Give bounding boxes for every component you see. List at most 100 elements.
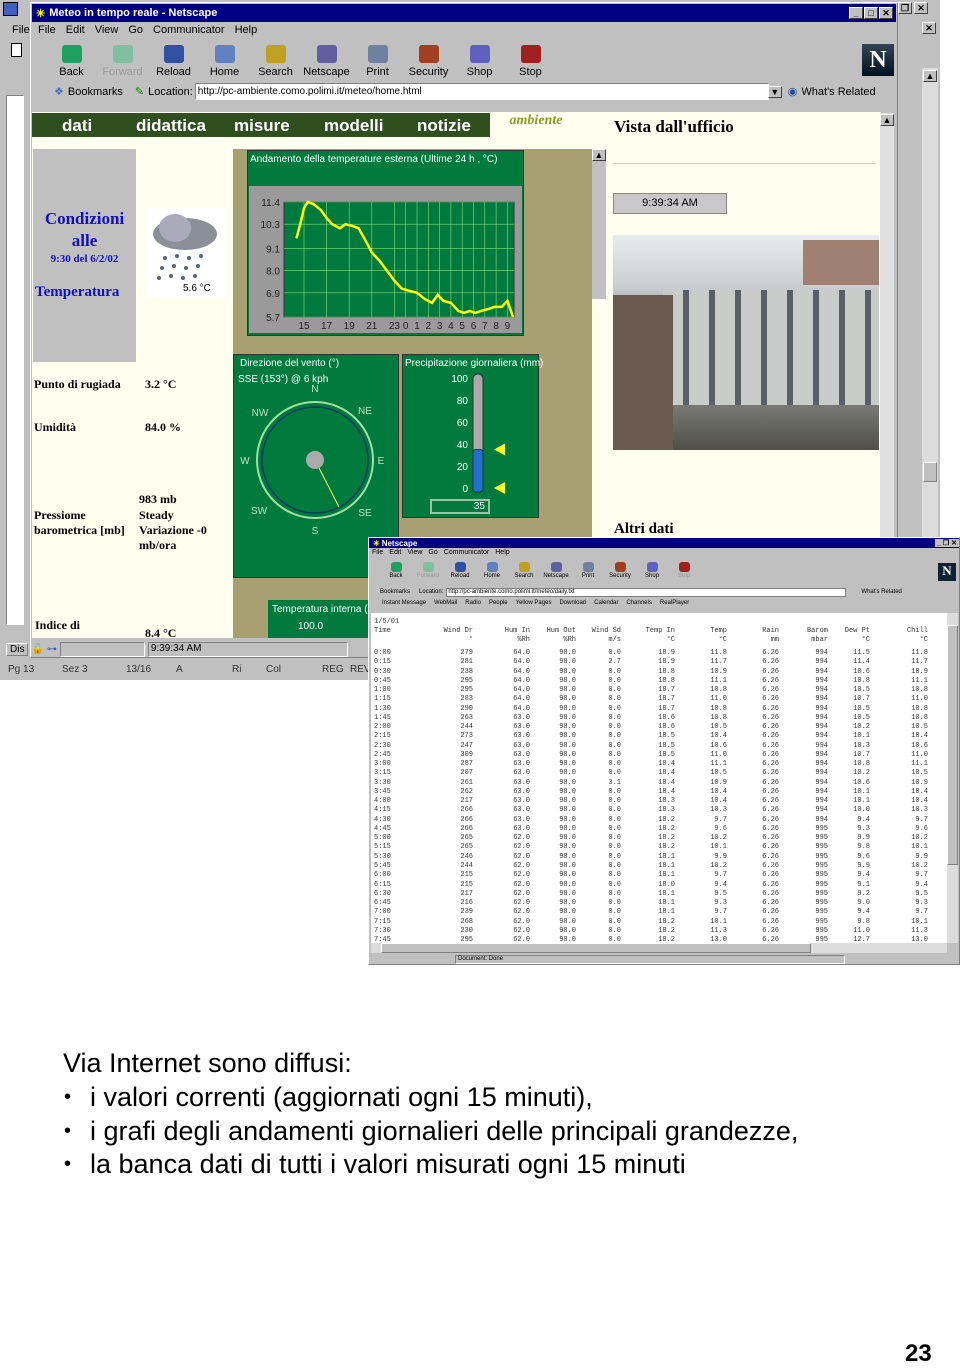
table-cell: 0.0 [608, 704, 621, 713]
table-cell: 230 [460, 926, 473, 935]
table-row: 1:15 283 64.0 98.0 0.0 18.7 11.0 6.26 994 10.7 11.… [374, 695, 944, 704]
doc-close-icon[interactable]: ✕ [922, 22, 936, 34]
toolbar-back-button[interactable]: Back [380, 562, 412, 579]
close-icon[interactable]: ✕ [914, 2, 928, 14]
restore-icon[interactable]: ❐ [898, 2, 912, 14]
bullet-text: la banca dati di tutti i valori misurati… [90, 1149, 686, 1179]
maximize-icon[interactable]: □ [864, 7, 878, 19]
toolbar-reload-button[interactable]: Reload [444, 562, 476, 579]
word-status-field: Pg 13 [8, 664, 35, 675]
table-cell: 0.0 [608, 852, 621, 861]
personal-link[interactable]: People [489, 600, 508, 606]
dew-value: 3.2 °C [145, 377, 177, 391]
table-cell: Wind Sd [591, 627, 621, 635]
scroll-up-icon[interactable]: ▲ [923, 70, 937, 82]
table-cell: 10.0 [853, 806, 870, 815]
table-cell: 265 [460, 834, 473, 843]
table-cell: 5:45 [374, 861, 391, 870]
personal-link[interactable]: RealPlayer [660, 600, 689, 606]
url-dropdown-icon[interactable]: ▼ [767, 85, 782, 98]
toolbar-netscape-button[interactable]: Netscape [540, 562, 572, 579]
table-cell: °C [718, 636, 727, 644]
toolbar-stop-button[interactable]: Stop [668, 562, 700, 579]
table-cell: 6.26 [762, 899, 779, 908]
menu-help[interactable]: Help [495, 549, 509, 556]
table-cell: 62.0 [513, 834, 530, 843]
table-cell: 1:15 [374, 695, 391, 704]
table-cell: 64.0 [513, 695, 530, 704]
table-cell: 995 [815, 889, 828, 898]
personal-link[interactable]: WebMail [434, 600, 457, 606]
whats-related-button[interactable]: What's Related [801, 86, 875, 98]
vscroll-thumb[interactable] [947, 625, 958, 865]
table-row: 3:15 207 63.0 98.0 0.0 18.4 10.5 6.26 994 10.2 10.… [374, 769, 944, 778]
word-status-bar: Pg 13 Sez 3 13/16 A Ri Col REG REV [4, 662, 371, 678]
whats-related-button[interactable]: What's Related [861, 589, 902, 595]
applet-scrollbar[interactable] [592, 149, 606, 299]
table-cell: Barom [806, 627, 828, 635]
table-cell: 98.0 [559, 806, 576, 815]
menu-file[interactable]: File [372, 549, 383, 556]
personal-link[interactable]: Instant Message [382, 600, 426, 606]
minimize-icon[interactable]: _ [849, 7, 863, 19]
table-cell: 10.6 [911, 741, 928, 750]
location-label: Location: [419, 589, 444, 595]
slide-intro: Via Internet sono diffusi: [63, 1048, 352, 1078]
table-row: 0:15 281 64.0 98.0 2.7 18.9 11.7 6.26 994 11.4 11.… [374, 658, 944, 667]
toolbar-search-button[interactable]: Search [508, 562, 540, 579]
table-cell: 0.0 [608, 723, 621, 732]
x-tick-label: 15 [298, 321, 310, 332]
toolbar-security-button[interactable]: Security [604, 562, 636, 579]
table-cell: 9.8 [857, 917, 870, 926]
table-cell: 10.2 [853, 723, 870, 732]
toolbar-shop-button[interactable]: Shop [636, 562, 668, 579]
window-controls[interactable]: _ ❐ ✕ [935, 539, 959, 547]
table-row: 7:30 230 62.0 98.0 0.0 18.2 11.3 6.26 995 11.0 11.… [374, 927, 944, 936]
toolbar-print-button[interactable]: Print [572, 562, 604, 579]
table-cell: 18.4 [658, 778, 675, 787]
y-tick-label: 8.0 [266, 267, 280, 278]
x-tick-label: 4 [448, 321, 454, 332]
table-cell: 10.6 [710, 741, 727, 750]
close-icon[interactable]: ✕ [879, 7, 893, 19]
table-cell: 10.8 [710, 713, 727, 722]
table-cell: 5:30 [374, 852, 391, 861]
table-cell: 9.7 [714, 815, 727, 824]
menu-view[interactable]: View [407, 549, 422, 556]
outer-scroll-thumb[interactable] [923, 462, 937, 482]
toolbar-forward-button[interactable]: Forward [412, 562, 444, 579]
applet-scroll-up-icon[interactable]: ▲ [592, 149, 606, 161]
search-icon [518, 562, 530, 572]
url-input[interactable]: http://pc-ambiente.como.polimi.it/meteo/… [446, 587, 847, 597]
table-cell: 0.0 [608, 667, 621, 676]
daily-netscape-logo: N [938, 563, 956, 581]
personal-link[interactable]: Calendar [594, 600, 618, 606]
personal-link[interactable]: Channels [627, 600, 652, 606]
page-scroll-up-icon[interactable]: ▲ [880, 114, 894, 126]
toolbar-home-button[interactable]: Home [476, 562, 508, 579]
menu-edit[interactable]: Edit [389, 549, 401, 556]
table-cell: 11.1 [710, 760, 727, 769]
table-row: 7:45 295 62.0 98.0 0.0 18.2 13.0 6.26 995 12.7 13.… [374, 936, 944, 945]
table-cell: 18.6 [658, 723, 675, 732]
whats-related-icon[interactable]: ◉ [788, 85, 798, 98]
security-lock-icon[interactable]: 🔓 [31, 644, 43, 655]
menu-communicator[interactable]: Communicator [444, 549, 490, 556]
compass-label: SE [358, 508, 372, 519]
toolbar-label: Stop [677, 573, 691, 579]
daily-vscroll[interactable] [947, 613, 958, 943]
humidity-value: 84.0 % [145, 420, 181, 434]
table-cell: 18.1 [658, 852, 675, 861]
table-cell: 18.8 [658, 667, 675, 676]
progress-bar [59, 641, 145, 657]
bookmarks-button[interactable]: Bookmarks [380, 589, 410, 595]
table-cell: 994 [815, 815, 828, 824]
menu-go[interactable]: Go [428, 549, 437, 556]
table-cell: 265 [460, 843, 473, 852]
personal-link[interactable]: Radio [465, 600, 481, 606]
personal-link[interactable]: Download [559, 600, 586, 606]
compass-label: W [240, 456, 250, 467]
table-cell: 995 [815, 843, 828, 852]
table-cell: 266 [460, 815, 473, 824]
personal-link[interactable]: Yellow Pages [516, 600, 552, 606]
